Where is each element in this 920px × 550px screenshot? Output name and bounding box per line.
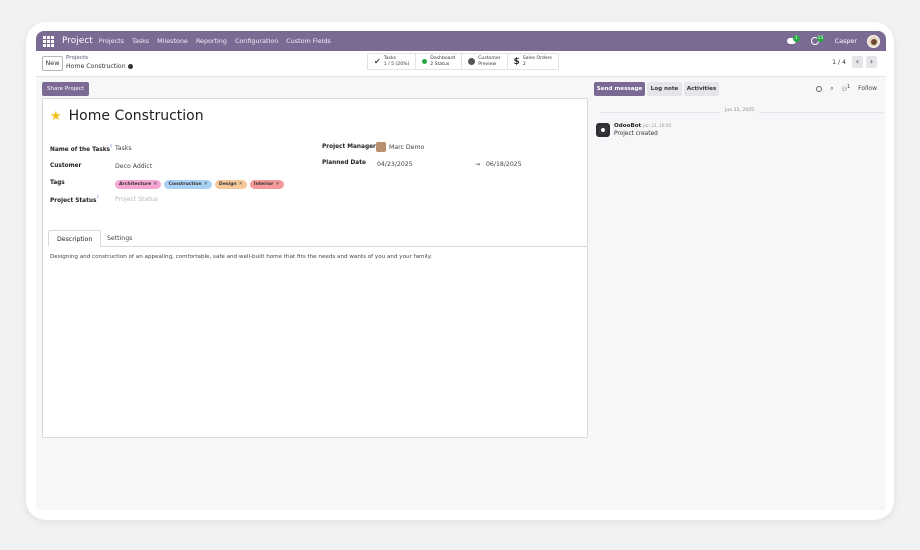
tab-description[interactable]: Description (48, 230, 102, 247)
odoo-app: Project Projects Tasks Milestone Reporti… (36, 31, 886, 510)
planned-start-field[interactable]: 04/23/2025 (377, 161, 413, 168)
menu-milestone[interactable]: Milestone (157, 37, 188, 45)
menu-configuration[interactable]: Configuration (235, 37, 278, 45)
share-project-button[interactable]: Share Project (42, 82, 89, 96)
gear-icon[interactable] (127, 64, 133, 69)
manager-avatar (376, 142, 386, 152)
date-label: Jun 23, 2025 (720, 108, 760, 113)
followers-count: 1 (846, 84, 851, 90)
tag-interior[interactable]: Interior ✕ (249, 180, 284, 189)
tasks-label: Name of the Tasks? (50, 145, 113, 153)
dollar-icon: $ (513, 56, 520, 67)
tags-label: Tags (50, 180, 65, 186)
smart-dashboard-value: 2 Status (430, 61, 450, 67)
top-navbar: Project Projects Tasks Milestone Reporti… (36, 31, 886, 51)
form-sheet: ★ Home Construction Name of the Tasks? T… (42, 98, 588, 438)
smart-buttons: ✔ Tasks 1 / 5 (20%) Dashboard 2 Status C… (367, 53, 559, 70)
messages-badge: 1 (792, 35, 800, 42)
smart-button-customer-preview[interactable]: Customer Preview (462, 54, 508, 69)
remove-tag-icon[interactable]: ✕ (275, 180, 279, 189)
follow-button[interactable]: Follow (858, 85, 877, 92)
tasks-field[interactable]: Tasks (115, 145, 132, 152)
planned-date-label: Planned Date (322, 160, 366, 166)
remove-tag-icon[interactable]: ✕ (204, 180, 208, 189)
message-body: Project created (614, 131, 658, 137)
remove-tag-icon[interactable]: ✕ (153, 180, 157, 189)
menu-tasks[interactable]: Tasks (132, 37, 149, 45)
project-title[interactable]: Home Construction (69, 108, 204, 124)
project-manager-field[interactable]: Marc Demo (389, 144, 424, 151)
navbar-systray: 1 15 Casper (786, 31, 880, 51)
smart-sales-value: 2 (522, 61, 526, 67)
pager-value[interactable]: 1 / 4 (832, 59, 846, 66)
activities-button[interactable]: Activities (684, 82, 719, 96)
tab-settings[interactable]: Settings (99, 230, 140, 247)
activities-button[interactable]: 15 (810, 35, 825, 47)
pager-next-button[interactable]: › (866, 56, 877, 68)
messages-button[interactable]: 1 (786, 35, 801, 47)
customer-label: Customer (50, 163, 82, 169)
help-icon[interactable]: ? (110, 145, 112, 150)
menu-projects[interactable]: Projects (99, 37, 124, 45)
tags-field[interactable]: Architecture ✕ Construction ✕ Design ✕ Inte… (115, 180, 284, 189)
globe-icon (468, 58, 476, 65)
pager-previous-button[interactable]: ‹ (852, 56, 863, 68)
breadcrumb-projects[interactable]: Projects (66, 55, 88, 61)
notebook-tabs: Description Settings (48, 230, 588, 247)
title-row: ★ Home Construction (50, 108, 204, 124)
new-button[interactable]: New (42, 56, 63, 71)
smart-button-tasks[interactable]: ✔ Tasks 1 / 5 (20%) (368, 54, 417, 69)
help-icon[interactable]: ? (96, 196, 98, 201)
status-dot-icon (422, 59, 428, 64)
odoobot-avatar (596, 123, 610, 137)
project-manager-label: Project Manager (322, 144, 376, 150)
smart-button-dashboard[interactable]: Dashboard 2 Status (416, 54, 463, 69)
app-name[interactable]: Project (62, 36, 93, 46)
tag-architecture[interactable]: Architecture ✕ (115, 180, 162, 189)
send-message-button[interactable]: Send message (594, 82, 645, 96)
control-panel: New Projects Home Construction ✔ Tasks 1… (36, 51, 886, 77)
activities-badge: 15 (816, 35, 825, 42)
chatter-tools: ⌕ ⚇1 Follow (816, 84, 877, 93)
planned-end-field[interactable]: 06/18/2025 (486, 161, 522, 168)
paperclip-icon[interactable]: ⌕ (830, 85, 833, 93)
tag-construction[interactable]: Construction ✕ (164, 180, 212, 189)
check-icon: ✔ (374, 57, 381, 66)
user-name[interactable]: Casper (835, 37, 857, 45)
breadcrumb-current-label: Home Construction (66, 63, 126, 70)
pager: 1 / 4 ‹ › (832, 56, 877, 68)
followers-button[interactable]: ⚇1 (842, 84, 851, 93)
star-icon[interactable]: ★ (50, 110, 62, 123)
log-note-button[interactable]: Log note (647, 82, 682, 96)
breadcrumb-current: Home Construction (66, 63, 133, 70)
apps-grid-icon[interactable] (43, 35, 54, 47)
menu-reporting[interactable]: Reporting (196, 37, 227, 45)
menu-custom-fields[interactable]: Custom Fields (286, 37, 331, 45)
smart-customer-value: Preview (478, 61, 497, 67)
date-separator: Jun 23, 2025 (600, 108, 883, 116)
arrow-right-icon: → (475, 161, 481, 168)
message-time: Jun 23, 16:50 (643, 123, 672, 128)
description-text[interactable]: Designing and construction of an appeali… (50, 254, 432, 260)
message-author: OdooBot Jun 23, 16:50 (614, 123, 672, 129)
customer-field[interactable]: Deco Addict (115, 163, 152, 170)
search-icon[interactable] (816, 85, 823, 92)
project-status-field[interactable]: Project Status (115, 196, 158, 203)
project-status-label: Project Status? (50, 196, 99, 204)
smart-button-sales-orders[interactable]: $ Sales Orders 2 (508, 54, 558, 69)
smart-tasks-value: 1 / 5 (20%) (383, 61, 410, 67)
tag-design[interactable]: Design ✕ (214, 180, 247, 189)
remove-tag-icon[interactable]: ✕ (239, 180, 243, 189)
user-avatar[interactable] (867, 34, 880, 48)
